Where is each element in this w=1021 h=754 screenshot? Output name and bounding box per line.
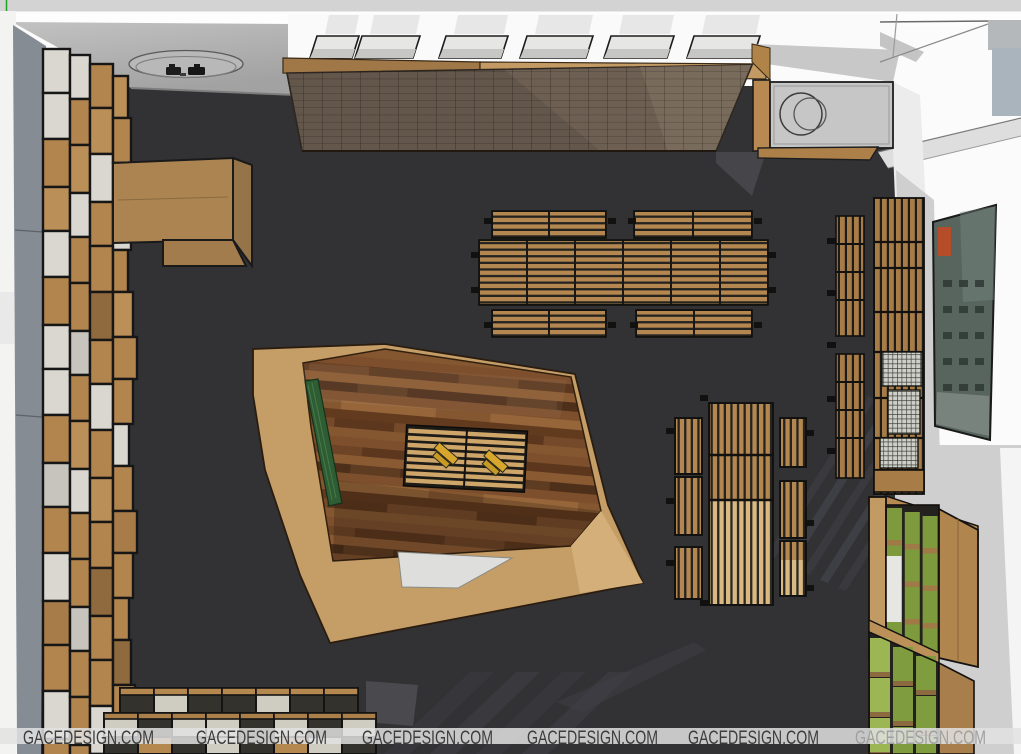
svg-text:GACEDESIGN.COM: GACEDESIGN.COM (527, 728, 658, 749)
svg-text:GACEDESIGN.COM: GACEDESIGN.COM (23, 728, 154, 749)
svg-text:GACEDESIGN.COM: GACEDESIGN.COM (196, 728, 327, 749)
svg-text:GACEDESIGN.COM: GACEDESIGN.COM (688, 728, 819, 749)
svg-text:GACEDESIGN.COM: GACEDESIGN.COM (362, 728, 493, 749)
svg-text:GACEDESIGN.COM: GACEDESIGN.COM (855, 728, 986, 749)
